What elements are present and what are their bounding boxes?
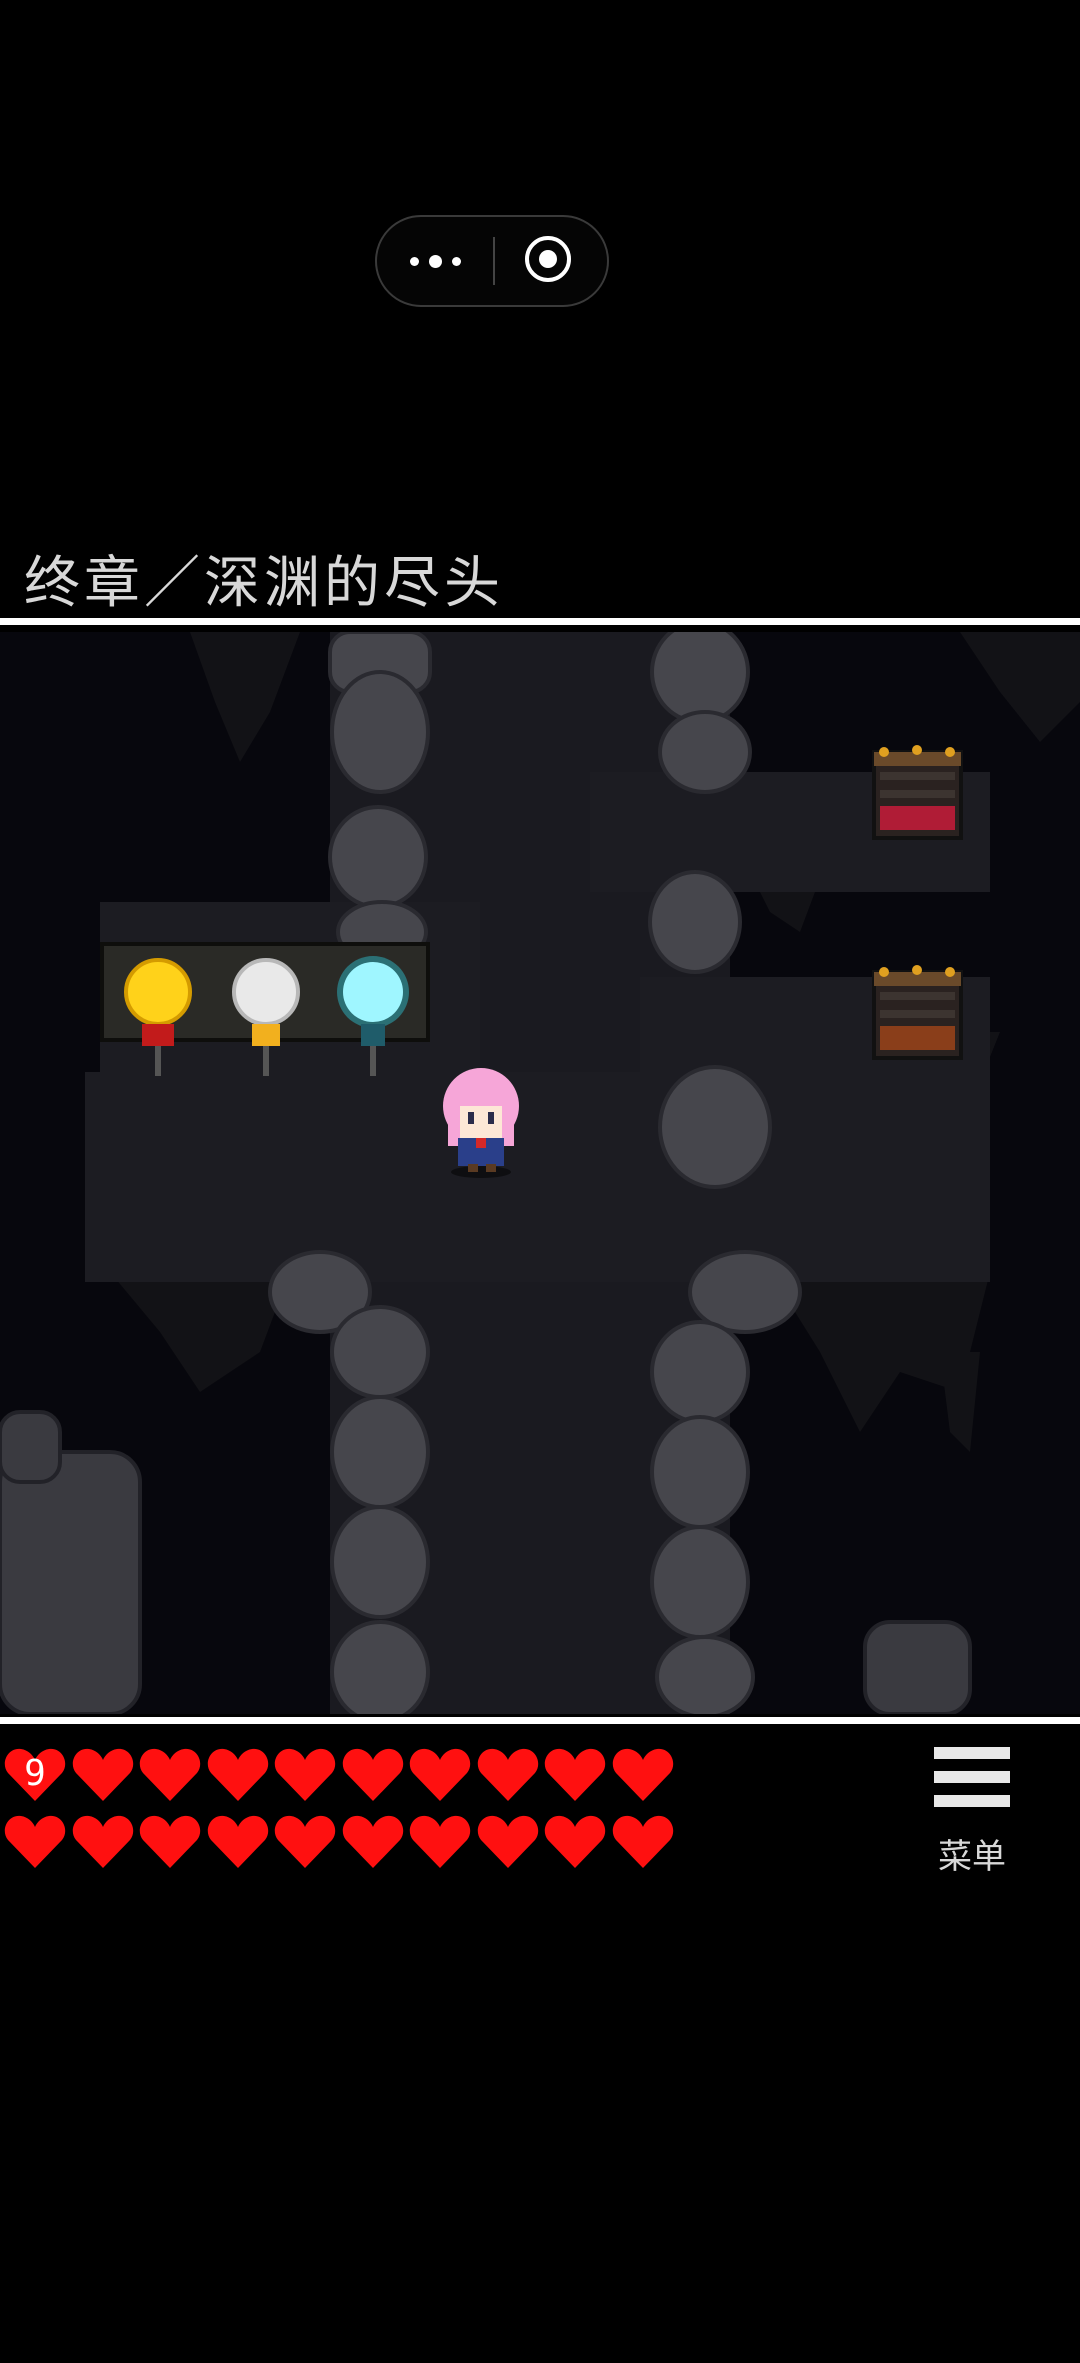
heart-icon <box>72 1812 134 1870</box>
menu-button[interactable]: 菜单 <box>920 1747 1024 1877</box>
more-dot-icon <box>409 256 419 266</box>
heart-icon <box>342 1745 404 1803</box>
top-divider <box>0 618 1080 625</box>
heart-icon <box>207 1812 269 1870</box>
brown-chest[interactable] <box>870 962 965 1062</box>
heart-icon <box>139 1812 201 1870</box>
heart-icon <box>4 1812 66 1870</box>
menu-label: 菜单 <box>938 1837 1006 1877</box>
heart-count: 9 <box>24 1753 46 1794</box>
player-character[interactable] <box>436 1064 526 1179</box>
hamburger-menu-icon <box>934 1795 1010 1807</box>
heart-icon <box>409 1812 471 1870</box>
heart-icon <box>342 1812 404 1870</box>
heart-icon <box>274 1812 336 1870</box>
hamburger-menu-icon <box>934 1747 1010 1759</box>
heart-icon <box>612 1745 674 1803</box>
game-screen: 终章／深渊的尽头 9 菜单 <box>0 0 1080 2363</box>
capsule-divider <box>493 237 495 285</box>
cyan-lamp[interactable] <box>333 954 413 1079</box>
more-dot-icon <box>451 256 461 266</box>
heart-icon <box>477 1812 539 1870</box>
yellow-lamp[interactable] <box>118 954 198 1079</box>
heart-icon <box>207 1745 269 1803</box>
game-viewport[interactable] <box>0 632 1080 1714</box>
miniprogram-capsule <box>375 215 609 307</box>
heart-icon <box>544 1745 606 1803</box>
bottom-divider <box>0 1717 1080 1724</box>
heart-icon <box>409 1745 471 1803</box>
heart-icon: 9 <box>4 1745 66 1803</box>
heart-icon <box>612 1812 674 1870</box>
more-dot-icon <box>428 254 442 268</box>
close-miniprogram-icon[interactable] <box>525 236 571 282</box>
white-lamp[interactable] <box>226 954 306 1079</box>
more-options-button[interactable] <box>377 217 493 305</box>
chapter-title: 终章／深渊的尽头 <box>24 551 504 616</box>
heart-icon <box>274 1745 336 1803</box>
heart-icon <box>477 1745 539 1803</box>
heart-icon <box>72 1745 134 1803</box>
heart-icon <box>544 1812 606 1870</box>
hearts-hud: 9 <box>0 1725 1080 1885</box>
red-chest[interactable] <box>870 742 965 842</box>
hamburger-menu-icon <box>934 1771 1010 1783</box>
heart-icon <box>139 1745 201 1803</box>
